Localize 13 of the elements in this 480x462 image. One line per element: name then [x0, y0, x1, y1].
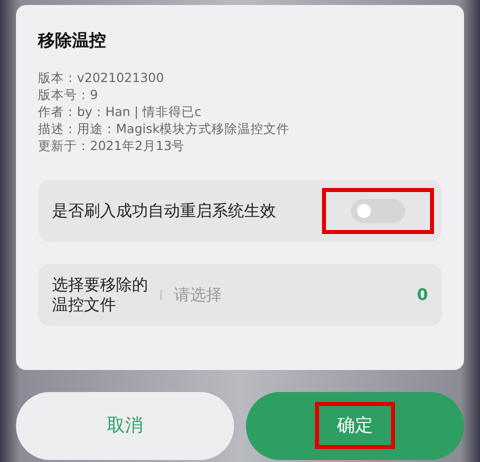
confirm-button[interactable]: 确定: [246, 392, 464, 460]
info-line: 版本号：9: [38, 86, 99, 102]
info-line: 作者：by：Han | 情非得已c: [38, 102, 202, 120]
selection-count: 0: [416, 284, 428, 306]
dialog-title: 移除温控: [38, 30, 107, 53]
info-line: 描述：用途：Magisk模块方式移除温控文件: [38, 120, 291, 136]
select-label: 选择要移除的温控文件: [52, 274, 149, 314]
select-field[interactable]: 请选择: [174, 282, 417, 306]
cancel-button[interactable]: 取消: [16, 392, 234, 460]
setting-label: 是否刷入成功自动重启系统生效: [52, 200, 276, 222]
toggle-switch[interactable]: [351, 198, 405, 222]
info-line: 更新于：2021年2月13号: [38, 136, 186, 154]
info-line: 版本：v2021021300: [38, 68, 165, 86]
